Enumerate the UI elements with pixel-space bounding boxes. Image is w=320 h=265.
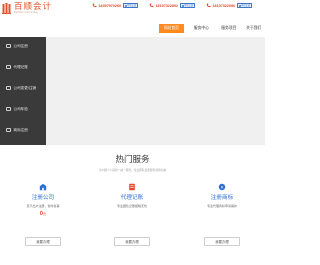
- site-logo[interactable]: 百顺会计 Bai Shun Accounting: [2, 1, 62, 16]
- sidebar-item-trademark[interactable]: 商标注册: [0, 123, 46, 137]
- phone-contact-2: 18197322802 QQ交谈: [149, 2, 195, 9]
- trademark-icon: R: [218, 183, 226, 191]
- qq-chat-label: QQ交谈: [184, 3, 193, 7]
- logo-subtext: Bai Shun Accounting: [14, 11, 38, 15]
- qq-chat-label: QQ交谈: [127, 3, 136, 7]
- sidebar-item-label: 公司注册: [13, 43, 28, 48]
- sidebar-item-bookkeeping[interactable]: 代理记账: [0, 60, 46, 74]
- building-icon: [6, 43, 11, 49]
- main-nav: 网站首页 服务中心 服务项目 关于我们: [159, 23, 265, 34]
- sidebar-item-label: 公司年检: [13, 106, 28, 111]
- svg-text:R: R: [221, 185, 224, 189]
- sidebar-item-annual-inspection[interactable]: 公司年检: [0, 102, 46, 116]
- service-card-trademark: R 注册商标 专业代理商标申请保护 我要办理: [192, 183, 252, 253]
- service-name: 注册公司: [31, 195, 55, 201]
- ledger-icon: [6, 64, 11, 70]
- service-sidebar: 公司注册 代理记账 公司变更/注销 公司年检 商标注册: [0, 37, 46, 145]
- qq-chat-label: QQ交谈: [241, 3, 250, 7]
- section-subtitle: 为小微个人提供一站一服务，专业团队优质服务值得信赖: [98, 169, 167, 172]
- service-card-bookkeeping: 代理记账 专业团队记账报税无忧 我要办理: [102, 183, 162, 253]
- ledger-icon: [129, 183, 135, 191]
- phone-contact-3: 18197322096 QQ交谈: [206, 2, 252, 9]
- apply-button[interactable]: 我要办理: [114, 237, 150, 246]
- price-unit: 元: [43, 211, 47, 216]
- hero-banner: 公司注册 代理记账 公司变更/注销 公司年检 商标注册: [0, 37, 265, 145]
- qq-chat-button[interactable]: QQ交谈: [236, 3, 252, 8]
- building-icon: [39, 183, 47, 191]
- nav-item-about-us[interactable]: 关于我们: [243, 26, 265, 31]
- nav-item-service-projects[interactable]: 服务项目: [217, 26, 240, 31]
- qq-chat-button[interactable]: QQ交谈: [179, 3, 195, 8]
- logo-text: 百顺会计: [14, 1, 53, 12]
- sidebar-item-label: 代理记账: [13, 64, 28, 69]
- apply-button[interactable]: 我要办理: [204, 237, 240, 246]
- section-title: 热门服务: [115, 155, 150, 165]
- sidebar-item-company-registration[interactable]: 公司注册: [0, 39, 46, 53]
- phone-contact-1: 18397970260 QQ交谈: [92, 2, 138, 9]
- top-bar: 百顺会计 Bai Shun Accounting 18397970260 QQ交…: [0, 0, 265, 14]
- phone-number: 18397970260: [98, 3, 122, 8]
- phone-icon: [92, 3, 97, 8]
- apply-button[interactable]: 我要办理: [25, 237, 61, 246]
- document-icon: [6, 85, 11, 91]
- sidebar-item-company-change[interactable]: 公司变更/注销: [0, 81, 46, 95]
- calendar-icon: [6, 106, 11, 112]
- phone-number: 18197322802: [155, 3, 179, 8]
- phone-icon: [206, 3, 211, 8]
- phone-number: 18197322096: [212, 3, 236, 8]
- service-description: 足不出户注册，省时省事: [26, 203, 60, 208]
- service-price: [192, 211, 252, 218]
- qq-chat-button[interactable]: QQ交谈: [122, 3, 138, 8]
- phone-icon: [149, 3, 154, 8]
- sidebar-item-label: 公司变更/注销: [13, 85, 37, 90]
- trademark-icon: [6, 127, 11, 133]
- sidebar-item-label: 商标注册: [13, 127, 28, 132]
- service-description: 专业代理商标申请保护: [206, 203, 237, 208]
- service-price: 0元: [13, 211, 73, 218]
- service-card-company-registration: 注册公司 足不出户注册，省时省事 0元 我要办理: [13, 183, 73, 253]
- logo-icon: [2, 3, 11, 14]
- service-price: [102, 211, 162, 218]
- service-name: 代理记账: [120, 195, 144, 201]
- nav-item-home[interactable]: 网站首页: [159, 24, 184, 33]
- nav-item-service-center[interactable]: 服务中心: [190, 26, 213, 31]
- service-description: 专业团队记账报税无忧: [116, 203, 147, 208]
- service-name: 注册商标: [210, 195, 234, 201]
